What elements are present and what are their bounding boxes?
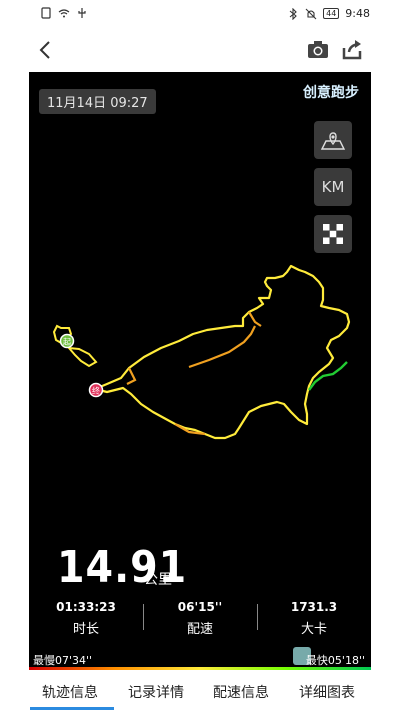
stat-duration: 01:33:23 时长 (29, 600, 143, 637)
status-right: 44 9:48 (287, 7, 370, 20)
route-map[interactable]: 11月14日 09:27 创意跑步 KM 起 终 14.91 公里 01:33:… (29, 72, 371, 670)
status-left (40, 7, 88, 19)
route-segment-start-loop (52, 324, 98, 368)
stat-duration-label: 时长 (72, 622, 99, 637)
status-bar: 44 9:48 (0, 0, 400, 28)
status-time: 9:48 (345, 7, 370, 20)
stat-pace-label: 配速 (186, 622, 213, 637)
tab-record-details[interactable]: 记录详情 (128, 682, 184, 702)
share-icon[interactable] (340, 38, 364, 62)
usb-icon (78, 8, 86, 18)
start-marker[interactable]: 起 (59, 333, 75, 349)
top-bar (0, 28, 400, 72)
distance-unit: 公里 (144, 572, 172, 588)
route-segment-main (93, 264, 351, 440)
stat-pace-value: 06'15'' (177, 600, 223, 614)
tab-detail-charts[interactable]: 详细图表 (299, 682, 355, 702)
end-marker-label: 终 (92, 386, 100, 396)
stat-duration-value: 01:33:23 (56, 600, 116, 614)
stat-calories-label: 大卡 (300, 622, 327, 637)
tab-track-info[interactable]: 轨迹信息 (42, 682, 98, 702)
bluetooth-icon (289, 7, 297, 20)
wifi-icon (58, 9, 70, 18)
back-arrow-icon[interactable] (34, 38, 58, 62)
end-marker[interactable]: 终 (88, 382, 104, 398)
start-marker-label: 起 (63, 338, 71, 347)
camera-icon[interactable] (306, 38, 330, 62)
active-tab-indicator (30, 707, 114, 710)
route-segment-orange-b (248, 311, 262, 327)
battery-indicator: 44 (323, 8, 340, 19)
tab-pace-info[interactable]: 配速信息 (213, 682, 269, 702)
stat-calories-value: 1731.3 (290, 600, 338, 614)
tab-bar: 轨迹信息 记录详情 配速信息 详细图表 (0, 670, 400, 711)
fastest-pace: 最快05'18'' (305, 654, 365, 667)
stat-calories: 1731.3 大卡 (257, 600, 371, 637)
mute-bell-icon (305, 8, 317, 19)
stat-pace: 06'15'' 配速 (143, 600, 257, 637)
slowest-pace: 最慢07'34'' (33, 654, 93, 667)
sim-icon (41, 7, 51, 19)
